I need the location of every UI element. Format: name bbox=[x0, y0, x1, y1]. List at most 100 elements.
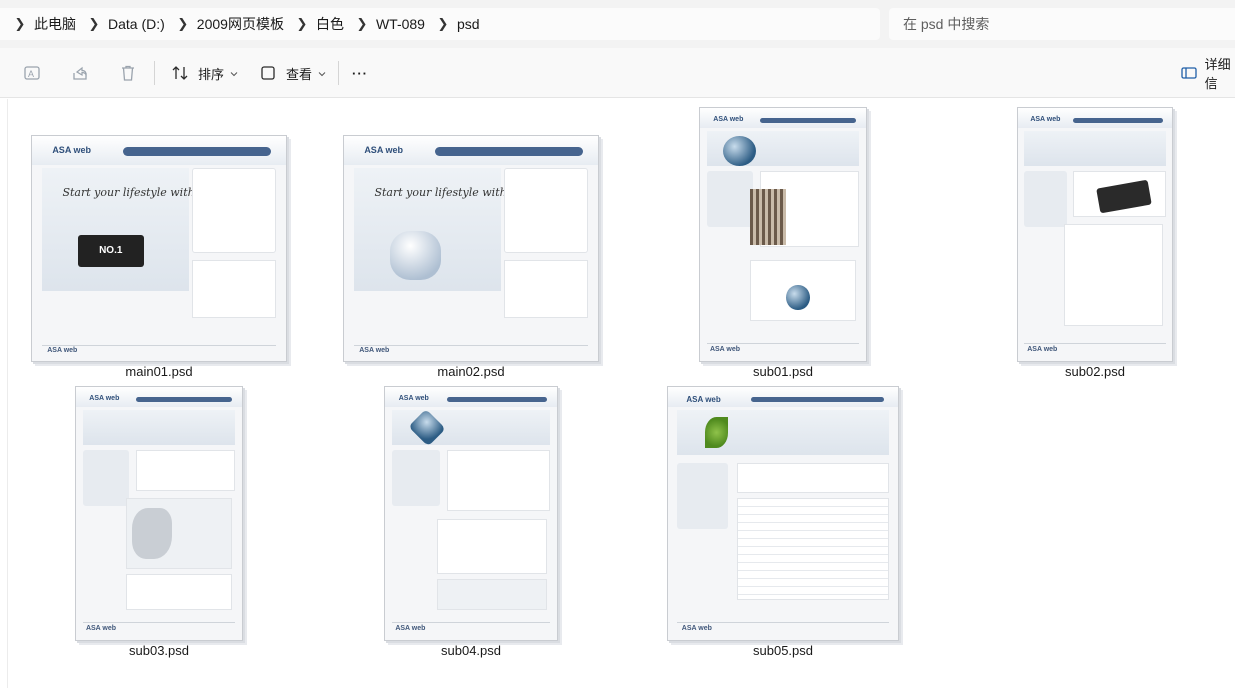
thumb-panel bbox=[192, 167, 276, 253]
chevron-right-icon[interactable]: ❯ bbox=[173, 16, 193, 32]
delete-button[interactable] bbox=[116, 61, 140, 85]
thumb-map-shape bbox=[132, 508, 173, 560]
thumb-body bbox=[504, 259, 588, 319]
thumb-board-table bbox=[737, 498, 889, 600]
thumb-body-lower bbox=[1064, 224, 1163, 326]
file-thumbnail[interactable]: ASA web ASA web bbox=[75, 386, 243, 641]
share-icon bbox=[68, 61, 92, 85]
thumb-navbar bbox=[123, 147, 271, 157]
thumb-stairs-illustration bbox=[389, 230, 441, 280]
search-input[interactable]: 在 psd 中搜索 bbox=[889, 8, 1235, 40]
toolbar-divider bbox=[338, 61, 339, 85]
file-thumbnail[interactable]: ASA web ASA web bbox=[384, 386, 558, 641]
view-button[interactable]: 查看 bbox=[256, 61, 326, 85]
thumb-body bbox=[135, 450, 236, 491]
thumb-footer-logo: ASA web bbox=[709, 346, 741, 354]
thumb-panel bbox=[391, 450, 441, 506]
thumb-badge: NO.1 bbox=[77, 235, 144, 267]
thumb-panel bbox=[1024, 171, 1068, 227]
thumb-navbar bbox=[759, 118, 857, 124]
share-button[interactable] bbox=[68, 61, 92, 85]
file-thumbnail[interactable]: ASA web ASA web bbox=[1017, 107, 1173, 362]
thumb-footer-logo: ASA web bbox=[47, 347, 78, 355]
file-name[interactable]: main02.psd bbox=[343, 364, 599, 379]
thumb-navbar bbox=[435, 147, 583, 157]
thumb-hero bbox=[82, 409, 236, 446]
chevron-right-icon[interactable]: ❯ bbox=[10, 16, 30, 32]
file-name[interactable]: sub03.psd bbox=[75, 643, 243, 658]
breadcrumb-item-psd[interactable]: psd bbox=[453, 16, 488, 32]
file-thumbnail[interactable]: ASA web ASA web bbox=[667, 386, 899, 641]
file-name[interactable]: sub04.psd bbox=[384, 643, 558, 658]
svg-text:A: A bbox=[28, 69, 34, 79]
thumb-footer-logo: ASA web bbox=[395, 625, 426, 633]
chevron-down-icon bbox=[230, 64, 238, 82]
file-name[interactable]: sub05.psd bbox=[667, 643, 899, 658]
thumb-body bbox=[737, 462, 889, 494]
breadcrumb-item-drive[interactable]: Data (D:) bbox=[104, 16, 173, 32]
thumb-step-row bbox=[436, 579, 547, 610]
thumb-logo: ASA web bbox=[713, 115, 744, 123]
command-bar: A 排序 查看 ··· 详细信 bbox=[0, 48, 1235, 98]
address-row: ❯ 此电脑 ❯ Data (D:) ❯ 2009网页模板 ❯ 白色 ❯ WT-0… bbox=[0, 0, 1235, 48]
chevron-right-icon[interactable]: ❯ bbox=[433, 16, 453, 32]
search-placeholder: 在 psd 中搜索 bbox=[903, 16, 990, 32]
thumb-body-lower bbox=[125, 574, 233, 610]
chevron-right-icon[interactable]: ❯ bbox=[352, 16, 372, 32]
view-icon bbox=[256, 61, 280, 85]
thumb-footer-logo: ASA web bbox=[359, 347, 390, 355]
thumb-footer-logo: ASA web bbox=[1027, 346, 1058, 354]
rename-icon: A bbox=[20, 61, 44, 85]
nav-pane-edge bbox=[0, 99, 8, 688]
thumb-footer-logo: ASA web bbox=[85, 625, 117, 633]
chevron-right-icon[interactable]: ❯ bbox=[292, 16, 312, 32]
thumb-logo: ASA web bbox=[398, 394, 429, 402]
thumb-navbar bbox=[1073, 118, 1163, 124]
rename-button[interactable]: A bbox=[20, 61, 44, 85]
thumb-panel bbox=[706, 171, 754, 227]
thumb-logo: ASA web bbox=[686, 394, 721, 404]
chevron-right-icon[interactable]: ❯ bbox=[84, 16, 104, 32]
thumb-panel bbox=[504, 167, 588, 253]
thumb-logo: ASA web bbox=[1030, 115, 1061, 123]
thumb-footer-logo: ASA web bbox=[681, 625, 712, 633]
thumb-panel bbox=[82, 450, 130, 506]
thumb-logo: ASA web bbox=[89, 394, 120, 402]
sort-label: 排序 bbox=[198, 66, 225, 82]
file-name[interactable]: main01.psd bbox=[31, 364, 287, 379]
file-thumbnail[interactable]: ASA web ASA web bbox=[699, 107, 867, 362]
more-icon: ··· bbox=[352, 65, 368, 81]
details-button[interactable]: 详细信 bbox=[1180, 57, 1235, 91]
file-name[interactable]: sub01.psd bbox=[699, 364, 867, 379]
thumb-navbar bbox=[135, 397, 233, 403]
thumb-navbar bbox=[750, 397, 885, 403]
file-thumbnail[interactable]: ASA web Start your lifestyle with ASADAL… bbox=[343, 135, 599, 362]
more-options-button[interactable]: ··· bbox=[352, 61, 368, 85]
thumb-body-lower bbox=[436, 518, 547, 575]
sort-button[interactable]: 排序 bbox=[168, 61, 238, 85]
thumb-logo: ASA web bbox=[364, 145, 403, 155]
thumb-logo: ASA web bbox=[52, 145, 91, 155]
breadcrumb-item-wt089[interactable]: WT-089 bbox=[372, 16, 433, 32]
breadcrumb-item-templates[interactable]: 2009网页模板 bbox=[193, 14, 292, 34]
view-label: 查看 bbox=[286, 66, 313, 82]
details-pane-icon bbox=[1180, 61, 1199, 85]
details-label: 详细信 bbox=[1204, 57, 1231, 91]
breadcrumb-item-pc[interactable]: 此电脑 bbox=[30, 14, 84, 34]
thumb-globe-small bbox=[786, 285, 810, 311]
file-name[interactable]: sub02.psd bbox=[1017, 364, 1173, 379]
thumb-building-photo bbox=[749, 188, 787, 245]
thumb-panel bbox=[677, 462, 728, 529]
toolbar-divider bbox=[154, 61, 155, 85]
chevron-down-icon bbox=[318, 64, 326, 82]
file-thumbnail[interactable]: ASA web Start your lifestyle with ASADAL… bbox=[31, 135, 287, 362]
thumb-body bbox=[192, 259, 276, 319]
thumb-hero bbox=[1024, 130, 1166, 167]
trash-icon bbox=[116, 61, 140, 85]
breadcrumb[interactable]: ❯ 此电脑 ❯ Data (D:) ❯ 2009网页模板 ❯ 白色 ❯ WT-0… bbox=[0, 8, 880, 40]
thumb-leaf-illustration bbox=[704, 417, 728, 448]
breadcrumb-item-white[interactable]: 白色 bbox=[312, 14, 352, 34]
sort-icon bbox=[168, 61, 192, 85]
thumb-body bbox=[446, 450, 551, 511]
thumb-navbar bbox=[446, 397, 547, 403]
